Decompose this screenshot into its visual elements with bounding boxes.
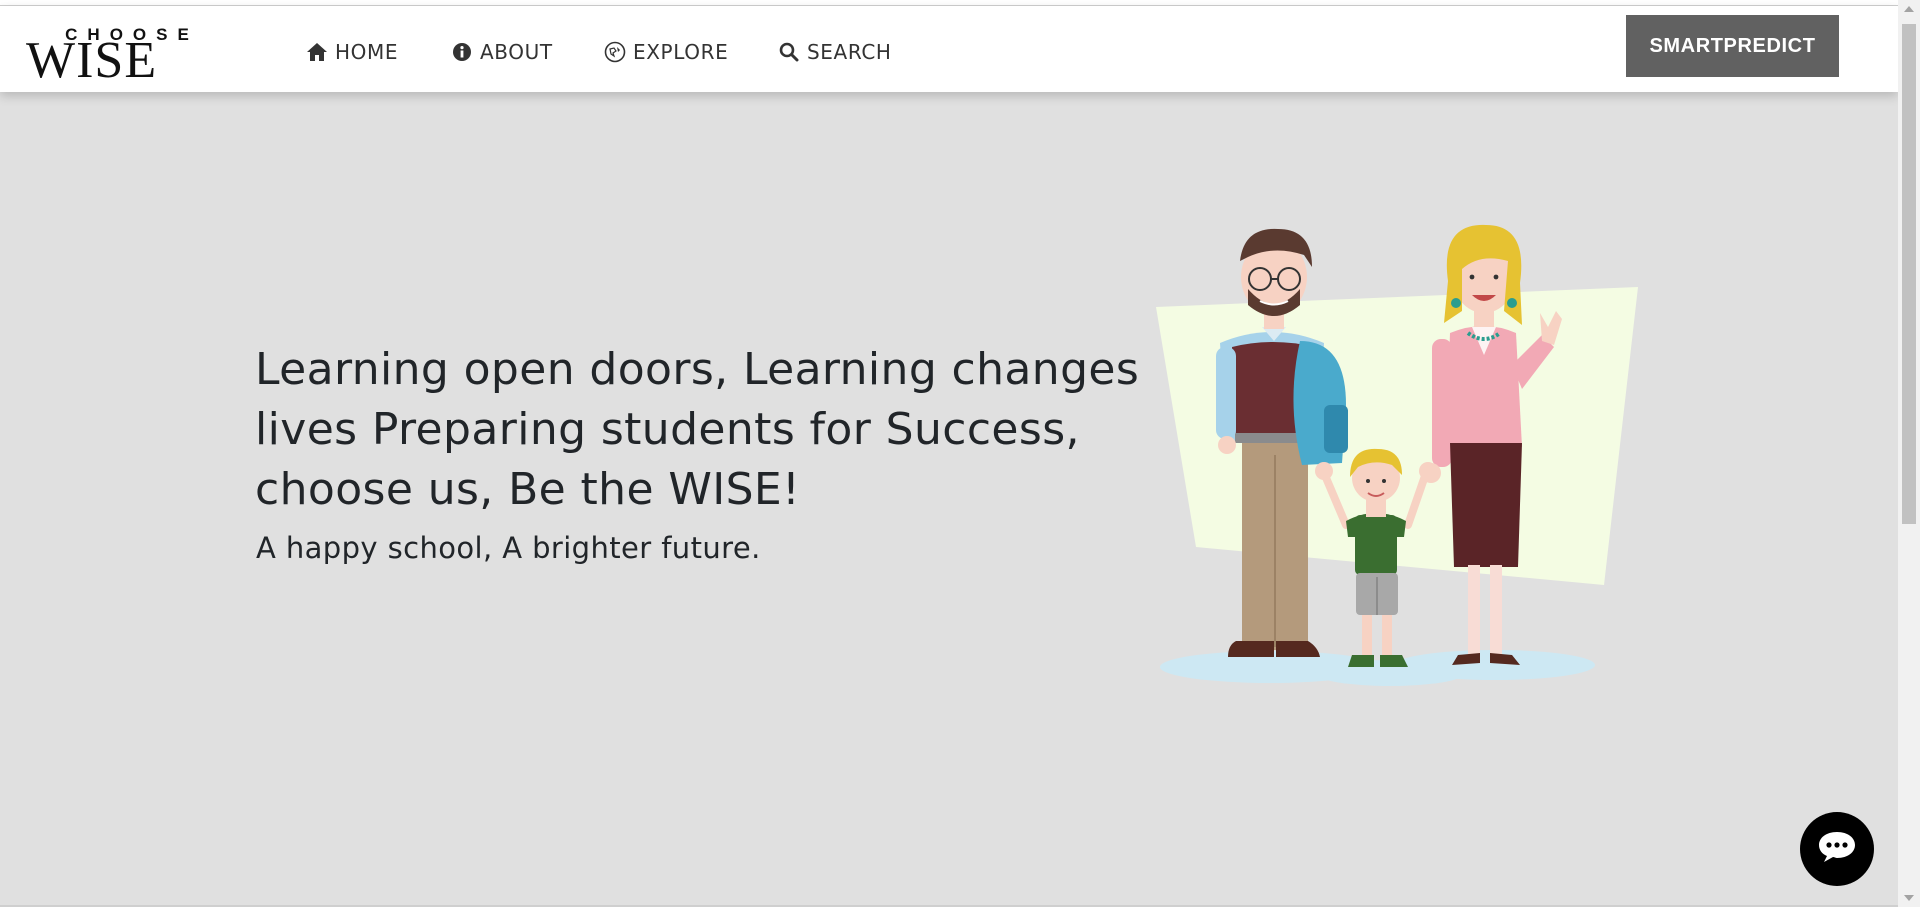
nav-explore-label: EXPLORE	[633, 40, 729, 64]
scrollbar-thumb[interactable]	[1902, 24, 1916, 524]
logo-main-text: WISE	[26, 32, 158, 89]
scroll-down-arrow-icon[interactable]	[1904, 895, 1914, 901]
info-icon	[451, 41, 473, 63]
nav-home[interactable]: HOME	[306, 36, 398, 68]
hero-subtitle: A happy school, A brighter future.	[256, 531, 761, 565]
logo[interactable]: CHOOSE WISE	[26, 26, 240, 87]
family-illustration	[1150, 215, 1645, 695]
nav-about[interactable]: ABOUT	[451, 36, 553, 68]
hero-title: Learning open doors, Learning changes li…	[255, 344, 1140, 515]
home-icon	[306, 41, 328, 63]
nav-explore[interactable]: EXPLORE	[604, 36, 728, 68]
nav-search[interactable]: SEARCH	[778, 36, 892, 68]
vertical-scrollbar[interactable]	[1898, 0, 1920, 907]
navbar: CHOOSE WISE HOME ABOUT EXPLORE SEARCH SM…	[0, 6, 1898, 92]
nav-about-label: ABOUT	[480, 40, 553, 64]
smartpredict-button[interactable]: SMARTPREDICT	[1626, 15, 1839, 77]
chat-bubble-icon	[1817, 830, 1857, 868]
chat-button[interactable]	[1800, 812, 1874, 886]
compass-icon	[604, 41, 626, 63]
scroll-up-arrow-icon[interactable]	[1904, 6, 1914, 12]
nav-search-label: SEARCH	[807, 40, 892, 64]
search-icon	[778, 41, 800, 63]
nav-home-label: HOME	[335, 40, 399, 64]
